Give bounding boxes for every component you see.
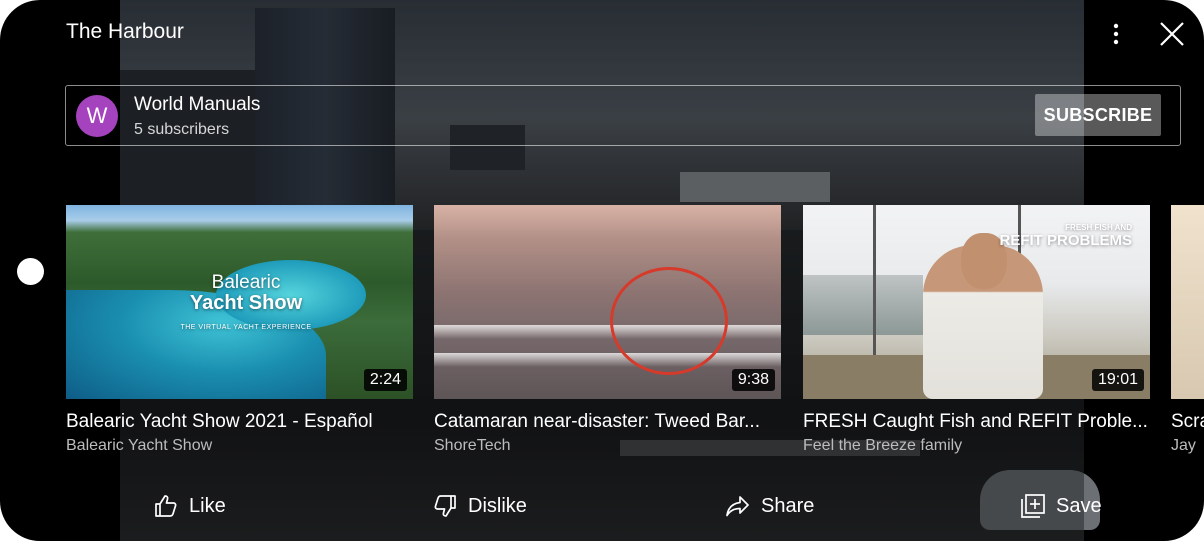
subscriber-count: 5 subscribers — [134, 121, 230, 138]
dislike-label: Dislike — [468, 494, 527, 517]
share-button[interactable]: Share — [725, 493, 814, 519]
share-label: Share — [761, 494, 815, 517]
thumbnail-wave — [434, 353, 781, 367]
thumbnail-text-1: Balearic — [211, 272, 281, 293]
close-icon[interactable] — [1158, 20, 1186, 48]
thumbnail-overlay-text: Balearic Yacht Show THE VIRTUAL YACHT EX… — [166, 273, 326, 338]
video-thumbnail[interactable]: FRESH FISH AND REFIT PROBLEMS 19:01 — [803, 205, 1150, 399]
camera-dot — [17, 258, 44, 285]
video-thumbnail[interactable]: Balearic Yacht Show THE VIRTUAL YACHT EX… — [66, 205, 413, 399]
thumbnail-wave — [434, 325, 781, 339]
video-card[interactable]: Scra Jay — [1171, 205, 1204, 455]
thumbs-down-icon — [434, 495, 456, 517]
video-card-title[interactable]: FRESH Caught Fish and REFIT Proble... — [803, 411, 1150, 433]
video-title: The Harbour — [66, 20, 184, 43]
share-icon — [726, 496, 749, 517]
thumbnail-harbor — [803, 275, 923, 335]
more-options-icon[interactable] — [1104, 22, 1128, 46]
thumbnail-text-2: REFIT PROBLEMS — [999, 232, 1132, 249]
thumbnail-overlay-text: FRESH FISH AND REFIT PROBLEMS — [999, 223, 1132, 250]
phone-frame: The Harbour W World Manuals 5 subscriber… — [0, 0, 1204, 541]
thumbs-up-icon — [155, 495, 177, 517]
video-card-title[interactable]: Scra — [1171, 411, 1204, 433]
action-bar: Like Dislike Share Save — [0, 493, 1204, 529]
video-card-channel: Balearic Yacht Show — [66, 437, 213, 454]
add-to-playlist-icon — [1021, 494, 1045, 518]
video-card-channel: ShoreTech — [434, 437, 511, 454]
duration-badge: 19:01 — [1091, 369, 1144, 391]
dislike-button[interactable]: Dislike — [432, 493, 527, 519]
save-button[interactable]: Save — [1020, 493, 1102, 519]
channel-name[interactable]: World Manuals — [134, 94, 260, 116]
save-label: Save — [1056, 494, 1102, 517]
video-thumbnail[interactable]: 9:38 — [434, 205, 781, 399]
thumbnail-text-3: THE VIRTUAL YACHT EXPERIENCE — [180, 324, 312, 331]
channel-avatar[interactable]: W — [76, 95, 118, 137]
subscribe-button[interactable]: SUBSCRIBE — [1035, 94, 1161, 136]
video-card-title[interactable]: Catamaran near-disaster: Tweed Bar... — [434, 411, 781, 433]
video-card-channel: Jay — [1171, 437, 1196, 454]
channel-card[interactable]: W World Manuals 5 subscribers SUBSCRIBE — [65, 85, 1181, 146]
duration-badge: 9:38 — [731, 369, 775, 391]
video-card-title[interactable]: Balearic Yacht Show 2021 - Español — [66, 411, 413, 433]
video-card-channel: Feel the Breeze family — [803, 437, 963, 454]
video-card[interactable]: Balearic Yacht Show THE VIRTUAL YACHT EX… — [66, 205, 413, 455]
duration-badge: 2:24 — [363, 369, 407, 391]
like-label: Like — [189, 494, 226, 517]
like-button[interactable]: Like — [153, 493, 226, 519]
video-card[interactable]: FRESH FISH AND REFIT PROBLEMS 19:01 FRES… — [803, 205, 1150, 455]
thumbnail-text-2: Yacht Show — [189, 292, 303, 314]
video-thumbnail[interactable] — [1171, 205, 1204, 399]
thumbnail-text-1: FRESH FISH AND — [1065, 223, 1132, 232]
video-card[interactable]: 9:38 Catamaran near-disaster: Tweed Bar.… — [434, 205, 781, 455]
thumbnail-highlight-circle — [610, 267, 728, 375]
